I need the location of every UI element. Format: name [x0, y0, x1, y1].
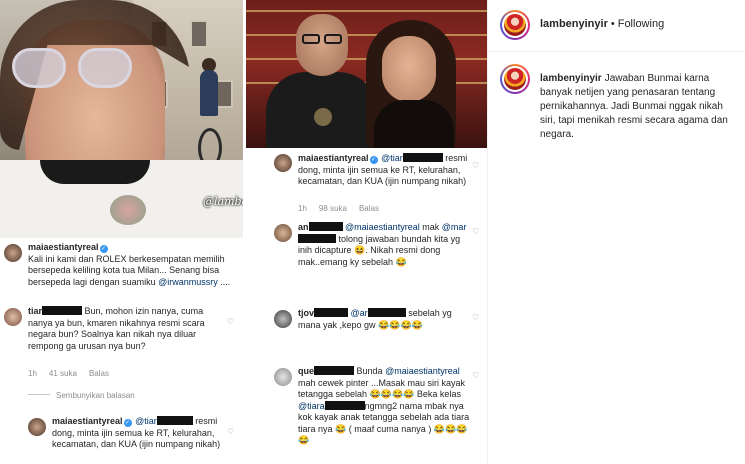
- heart-icon[interactable]: ♡: [227, 428, 235, 436]
- verified-icon: ✓: [99, 245, 108, 253]
- comment-text: tiar Bun, mohon izin nanya, cuma nanya y…: [28, 306, 205, 351]
- heart-icon[interactable]: ♡: [472, 314, 480, 322]
- heart-icon[interactable]: ♡: [472, 372, 480, 380]
- comment-meta: 1h 98 suka Balas: [298, 204, 379, 213]
- verified-icon: ✓: [123, 419, 132, 427]
- comment-meta: 1h 41 suka Balas: [28, 369, 109, 378]
- post-side-panel: lambenyinyir • Following lambenyinyir Jawab…: [488, 0, 745, 464]
- woman-face: [382, 36, 436, 102]
- avatar: [274, 368, 292, 386]
- reply-button[interactable]: Balas: [89, 369, 109, 378]
- heart-icon[interactable]: ♡: [472, 162, 480, 170]
- following-button[interactable]: Following: [618, 18, 664, 30]
- avatar: [274, 154, 292, 172]
- woman-body: [374, 100, 454, 148]
- avatar: [4, 308, 22, 326]
- man-glasses: [300, 34, 344, 44]
- header-user: lambenyinyir • Following: [540, 18, 664, 30]
- heart-icon[interactable]: ♡: [472, 228, 480, 236]
- avatar: [274, 310, 292, 328]
- comment-text: maiaestiantyreal ✓ @tiar resmi dong, mint…: [52, 416, 221, 449]
- username-link[interactable]: lambenyinyir: [540, 73, 602, 84]
- avatar: [28, 418, 46, 436]
- cyclist-figure: [192, 58, 226, 170]
- watermark: @lambenyinyir: [203, 195, 243, 208]
- separator: •: [610, 18, 615, 30]
- username-link[interactable]: lambenyinyir: [540, 18, 608, 30]
- post-caption: lambenyinyir Jawaban Bunmai karna banyak …: [540, 72, 736, 142]
- shirt-collar: [40, 160, 150, 184]
- heart-icon[interactable]: ♡: [227, 318, 235, 326]
- avatar: [4, 244, 22, 262]
- verified-icon: ✓: [369, 156, 378, 164]
- building-window: [190, 20, 208, 48]
- comment-text: an @maiaestiantyreal mak @mar tolong jaw…: [298, 222, 467, 267]
- comment-text: que Bunda @maiaestiantyreal mah cewek pi…: [298, 366, 470, 445]
- reply-button[interactable]: Balas: [359, 204, 379, 213]
- shirt-badge: [314, 108, 332, 126]
- comments-screenshot-right: maiaestiantyreal ✓ @tiar resmi dong, mint…: [246, 148, 487, 464]
- comments-screenshot-left: maiaestiantyreal ✓ Kali ini kami dan ROLE…: [0, 238, 243, 464]
- avatar[interactable]: [500, 64, 530, 94]
- photo-selfie-street: @lambenyinyir: [0, 0, 243, 238]
- post-header: lambenyinyir • Following: [488, 0, 745, 52]
- comment-text: maiaestiantyreal ✓ @tiar resmi dong, mint…: [298, 153, 468, 186]
- comment-text: tjov @ar sebelah yg mana yak ,kepo gw 😂😂…: [298, 308, 452, 330]
- post-image-collage[interactable]: @lambenyinyir maiaestiantyreal✓ Kali ini…: [0, 0, 488, 464]
- avatar[interactable]: [500, 10, 530, 40]
- post-caption: maiaestiantyreal ✓ Kali ini kami dan ROLE…: [28, 242, 231, 287]
- hide-replies-button[interactable]: Sembunyikan balasan: [28, 390, 135, 402]
- shirt-flower-print: [110, 195, 146, 225]
- avatar: [274, 224, 292, 242]
- photo-couple-theater: [246, 0, 487, 148]
- sunglasses: [12, 48, 136, 92]
- man-head: [296, 14, 348, 76]
